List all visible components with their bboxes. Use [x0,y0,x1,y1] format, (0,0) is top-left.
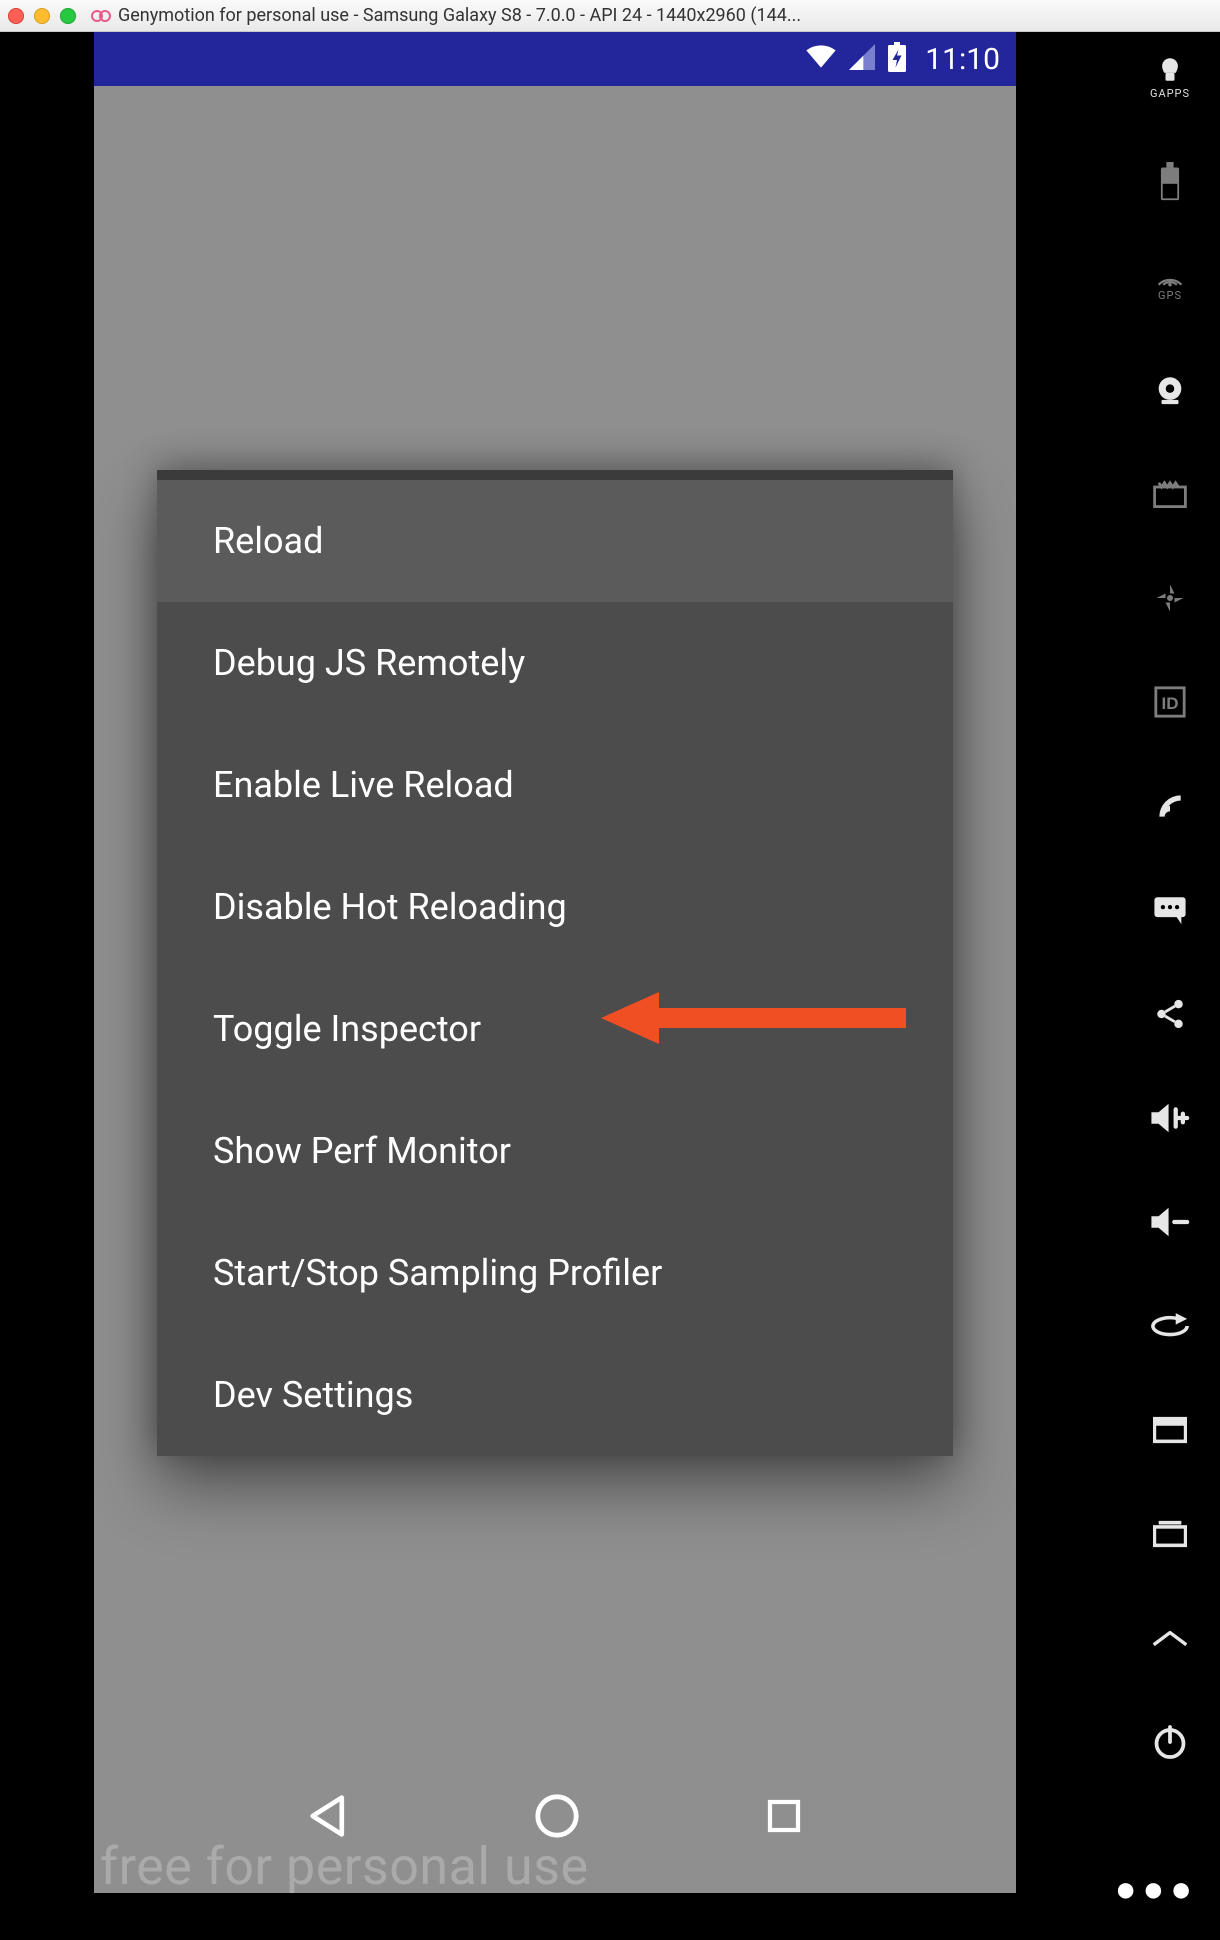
dev-menu-item-toggle-inspector[interactable]: Toggle Inspector [157,968,953,1090]
android-status-bar: 11:10 [94,32,1016,86]
emulator-frame: GAPPS GPS ID [0,32,1220,1940]
recents-nav-button[interactable] [1148,1408,1192,1452]
genymotion-watermark: free for personal use [94,1836,589,1893]
genymotion-app-icon [90,5,112,27]
emulator-more-button[interactable]: ●●● [1115,1868,1198,1910]
mac-titlebar: Genymotion for personal use - Samsung Ga… [0,0,1220,32]
wifi-icon [805,44,837,74]
identifier-button[interactable]: ID [1148,680,1192,724]
nav-recents-button[interactable] [763,1795,805,1841]
svg-text:ID: ID [1162,694,1179,713]
share-button[interactable] [1148,992,1192,1036]
webcam-button[interactable] [1148,368,1192,412]
dev-menu-item-reload[interactable]: Reload [157,480,953,602]
gps-button[interactable]: GPS [1148,264,1192,308]
react-native-dev-menu: Reload Debug JS Remotely Enable Live Rel… [157,470,953,1456]
battery-charging-icon [887,42,907,76]
mac-traffic-lights [8,8,76,24]
multitouch-button[interactable] [1148,576,1192,620]
rotate-button[interactable] [1148,1304,1192,1348]
dev-menu-item-enable-live-reload[interactable]: Enable Live Reload [157,724,953,846]
app-surface: Reload Debug JS Remotely Enable Live Rel… [94,86,1016,1893]
device-screen: 11:10 Reload Debug JS Remotely Enable Li… [94,32,1016,1893]
mac-zoom-button[interactable] [60,8,76,24]
screencast-button[interactable] [1148,472,1192,516]
volume-down-button[interactable] [1148,1200,1192,1244]
cellular-icon [849,44,875,74]
dev-menu-item-disable-hot-reloading[interactable]: Disable Hot Reloading [157,846,953,968]
battery-button[interactable] [1148,160,1192,204]
emulator-right-rail: GAPPS GPS ID [1120,32,1220,1940]
gapps-button[interactable]: GAPPS [1148,56,1192,100]
home-nav-button[interactable] [1148,1616,1192,1660]
status-bar-time: 11:10 [925,42,1000,77]
sms-button[interactable] [1148,888,1192,932]
mac-minimize-button[interactable] [34,8,50,24]
dev-menu-item-debug-js-remotely[interactable]: Debug JS Remotely [157,602,953,724]
network-button[interactable] [1148,784,1192,828]
app-switch-button[interactable] [1148,1512,1192,1556]
power-button[interactable] [1148,1720,1192,1764]
dev-menu-topstrip [157,470,953,480]
dev-menu-item-dev-settings[interactable]: Dev Settings [157,1334,953,1456]
window-title: Genymotion for personal use - Samsung Ga… [118,5,1220,26]
dev-menu-item-sampling-profiler[interactable]: Start/Stop Sampling Profiler [157,1212,953,1334]
mac-close-button[interactable] [8,8,24,24]
dev-menu-item-show-perf-monitor[interactable]: Show Perf Monitor [157,1090,953,1212]
volume-up-button[interactable] [1148,1096,1192,1140]
